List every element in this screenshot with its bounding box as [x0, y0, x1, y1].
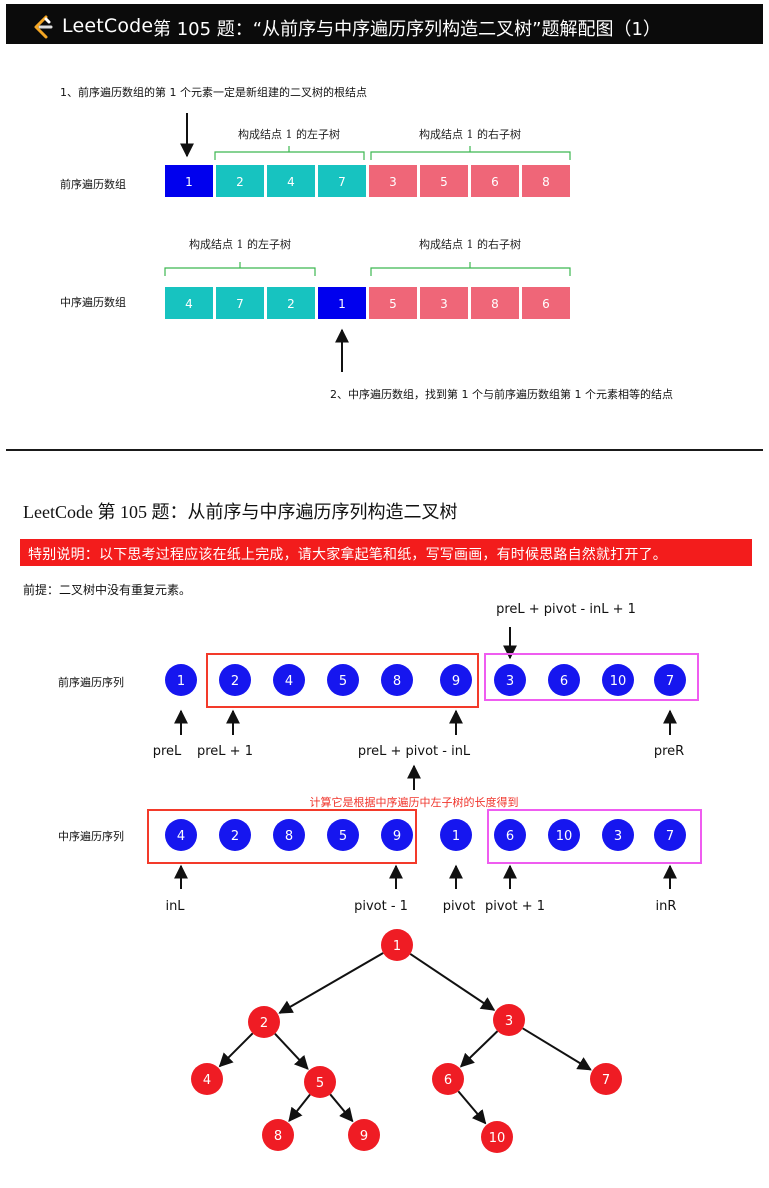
in-array-cell-value: 7	[236, 297, 244, 311]
in-seq-node-value: 8	[285, 829, 293, 844]
label-pivot-plus-1: pivot + 1	[485, 899, 545, 914]
tree-edge	[459, 1030, 499, 1068]
pre-seq-label: 前序遍历序列	[58, 675, 124, 689]
pre-array-cell-value: 4	[287, 175, 295, 189]
pre-top-label: preL + pivot - inL + 1	[496, 602, 636, 617]
label-pivot-minus-1: pivot - 1	[354, 899, 408, 914]
in-seq-node-value: 9	[393, 829, 401, 844]
tree-nodes: 1 2 3 4 5 6 7 8 9 10	[191, 929, 622, 1153]
in-seq-node-value: 1	[452, 829, 460, 844]
in-array-label: 中序遍历数组	[60, 295, 126, 309]
tree-edge	[278, 952, 384, 1014]
label-preL-plus-1: preL + 1	[197, 744, 253, 759]
tree-node-value: 10	[489, 1131, 506, 1146]
tree-edge	[274, 1033, 309, 1070]
label-preL: preL	[153, 744, 182, 759]
pre-seq-node-value: 10	[610, 674, 627, 689]
pre-array-cell-value: 1	[185, 175, 193, 189]
pre-brace-right	[370, 146, 571, 160]
tree-edge	[329, 1093, 354, 1123]
in-brace-right	[370, 262, 571, 276]
in-seq-node-value: 7	[666, 829, 674, 844]
tree-node-value: 4	[203, 1073, 211, 1088]
figure1: 1、前序遍历数组的第 1 个元素一定是新组建的二叉树的根结点 构成结点 1 的左…	[60, 85, 673, 401]
tree-node-value: 3	[505, 1014, 513, 1029]
in-seq-node-value: 3	[614, 829, 622, 844]
in-seq-node-value: 6	[506, 829, 514, 844]
tree-node-value: 8	[274, 1129, 282, 1144]
tree-edges	[218, 952, 592, 1125]
in-seq: 4 2 8 5 9 1 6 10 3 7	[165, 819, 686, 851]
tree-edge	[522, 1027, 592, 1071]
label-pivot: pivot	[443, 899, 476, 914]
pre-array-cell-value: 7	[338, 175, 346, 189]
pre-seq-node-value: 4	[285, 674, 293, 689]
in-seq-node-value: 10	[556, 829, 573, 844]
tree-edge	[218, 1032, 254, 1068]
pre-brace-left	[214, 146, 365, 160]
tree-node-value: 1	[393, 939, 401, 954]
in-array-cell-value: 3	[440, 297, 448, 311]
tree-edge	[409, 953, 496, 1011]
pre-brace-left-label: 构成结点 1 的左子树	[238, 127, 340, 141]
pre-array-cell-value: 8	[542, 175, 550, 189]
pre-seq-node-value: 9	[452, 674, 460, 689]
pre-array-cell-value: 5	[440, 175, 448, 189]
pre-seq-node-value: 5	[339, 674, 347, 689]
in-array-cell-value: 8	[491, 297, 499, 311]
tree-edge	[457, 1090, 487, 1125]
pre-seq-node-value: 2	[231, 674, 239, 689]
tree-node-value: 6	[444, 1073, 452, 1088]
in-array-cell-value: 1	[338, 297, 346, 311]
in-brace-left	[164, 262, 316, 276]
pre-seq: 1 2 4 5 8 9 3 6 10 7	[165, 664, 686, 696]
pre-array-cell-value: 6	[491, 175, 499, 189]
label-preR: preR	[654, 744, 684, 759]
in-array-cell-value: 4	[185, 297, 193, 311]
pre-array-label: 前序遍历数组	[60, 177, 126, 191]
in-array-cell-value: 5	[389, 297, 397, 311]
pre-array-cell-value: 3	[389, 175, 397, 189]
in-seq-node-value: 4	[177, 829, 185, 844]
in-brace-right-label: 构成结点 1 的右子树	[419, 237, 521, 251]
pre-array: 1 2 4 7 3 5 6 8	[165, 165, 570, 197]
pre-array-cell-value: 2	[236, 175, 244, 189]
in-array-cell-value: 2	[287, 297, 295, 311]
tree-node-value: 7	[602, 1073, 610, 1088]
pre-seq-node-value: 1	[177, 674, 185, 689]
figure2: preL + pivot - inL + 1 前序遍历序列 1 2 4 5 8 9 3 6 10…	[58, 602, 702, 914]
pre-brace-right-label: 构成结点 1 的右子树	[419, 127, 521, 141]
note-top: 1、前序遍历数组的第 1 个元素一定是新组建的二叉树的根结点	[60, 85, 367, 99]
in-array: 4 7 2 1 5 3 8 6	[165, 287, 570, 319]
note-bottom: 2、中序遍历数组，找到第 1 个与前序遍历数组第 1 个元素相等的结点	[330, 387, 673, 401]
pre-seq-node-value: 7	[666, 674, 674, 689]
tree-node-value: 2	[260, 1016, 268, 1031]
label-inL: inL	[165, 899, 185, 914]
in-seq-label: 中序遍历序列	[58, 829, 124, 843]
calc-note: 计算它是根据中序遍历中左子树的长度得到	[310, 795, 519, 809]
pre-seq-node-value: 8	[393, 674, 401, 689]
label-preL-pivot-inL: preL + pivot - inL	[358, 744, 471, 759]
label-inR: inR	[656, 899, 677, 914]
tree-node-value: 9	[360, 1129, 368, 1144]
pre-seq-node-value: 3	[506, 674, 514, 689]
pre-seq-node-value: 6	[560, 674, 568, 689]
tree-node-value: 5	[316, 1076, 324, 1091]
in-brace-left-label: 构成结点 1 的左子树	[189, 237, 291, 251]
tree-edge	[288, 1093, 311, 1122]
in-array-cell-value: 6	[542, 297, 550, 311]
in-seq-node-value: 5	[339, 829, 347, 844]
diagram-canvas: 1、前序遍历数组的第 1 个元素一定是新组建的二叉树的根结点 构成结点 1 的左…	[58, 85, 702, 1153]
in-seq-node-value: 2	[231, 829, 239, 844]
